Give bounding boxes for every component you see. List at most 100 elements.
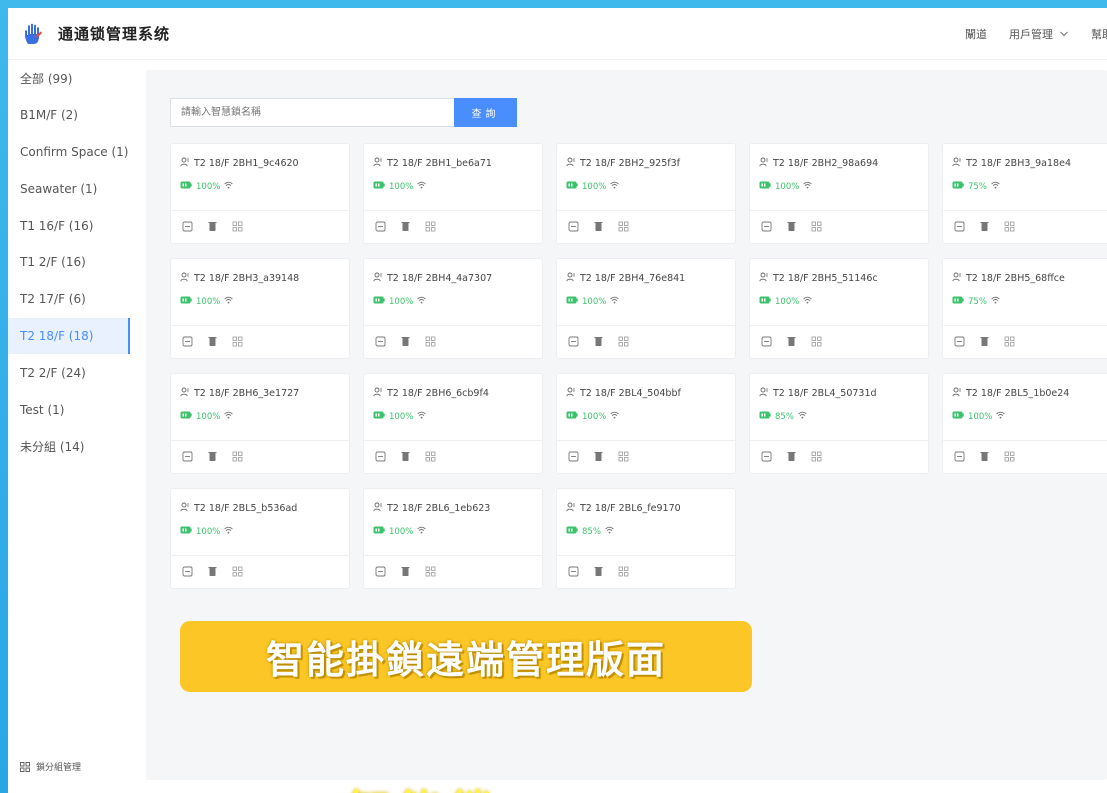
- lock-card[interactable]: T2 18/F 2BH5_68ffce 75%: [942, 258, 1107, 359]
- qr-code-icon[interactable]: [232, 566, 243, 577]
- delete-icon[interactable]: [400, 336, 411, 347]
- delete-icon[interactable]: [207, 221, 218, 232]
- sidebar-item-label: T2 17/F (6): [20, 292, 86, 307]
- edit-icon[interactable]: [182, 451, 193, 462]
- edit-icon[interactable]: [375, 221, 386, 232]
- qr-code-icon[interactable]: [425, 221, 436, 232]
- qr-code-icon[interactable]: [618, 566, 629, 577]
- delete-icon[interactable]: [786, 451, 797, 462]
- search-button[interactable]: 查詢: [454, 98, 517, 127]
- battery-level: 100%: [196, 296, 221, 307]
- delete-icon[interactable]: [593, 336, 604, 347]
- edit-icon[interactable]: [954, 451, 965, 462]
- edit-icon[interactable]: [182, 221, 193, 232]
- lock-card[interactable]: T2 18/F 2BL5_1b0e24 100%: [942, 373, 1107, 474]
- lock-card[interactable]: T2 18/F 2BL5_b536ad 100%: [170, 488, 350, 589]
- delete-icon[interactable]: [593, 221, 604, 232]
- edit-icon[interactable]: [568, 451, 579, 462]
- nav-item-user-management[interactable]: 用戶管理: [1009, 26, 1069, 42]
- lock-card[interactable]: T2 18/F 2BH2_925f3f 100%: [556, 143, 736, 244]
- lock-card[interactable]: T2 18/F 2BH1_9c4620 100%: [170, 143, 350, 244]
- sidebar-item-test[interactable]: Test (1): [8, 391, 130, 428]
- delete-icon[interactable]: [593, 566, 604, 577]
- qr-code-icon[interactable]: [811, 221, 822, 232]
- edit-icon[interactable]: [954, 221, 965, 232]
- nav-item-gateway[interactable]: 闡道: [965, 26, 987, 42]
- battery-icon: [759, 411, 771, 422]
- lock-card[interactable]: T2 18/F 2BH6_6cb9f4 100%: [363, 373, 543, 474]
- card-actions: [761, 451, 822, 462]
- edit-icon[interactable]: [568, 336, 579, 347]
- qr-code-icon[interactable]: [618, 451, 629, 462]
- sidebar-item-b1mf[interactable]: B1M/F (2): [8, 97, 130, 134]
- delete-icon[interactable]: [207, 336, 218, 347]
- delete-icon[interactable]: [400, 451, 411, 462]
- qr-code-icon[interactable]: [1004, 336, 1015, 347]
- qr-code-icon[interactable]: [232, 336, 243, 347]
- sidebar-item-seawater[interactable]: Seawater (1): [8, 170, 130, 207]
- lock-card[interactable]: T2 18/F 2BL6_1eb623 100%: [363, 488, 543, 589]
- delete-icon[interactable]: [400, 566, 411, 577]
- lock-name: T2 18/F 2BL6_1eb623: [387, 503, 491, 514]
- lock-card[interactable]: T2 18/F 2BH6_3e1727 100%: [170, 373, 350, 474]
- delete-icon[interactable]: [979, 221, 990, 232]
- edit-icon[interactable]: [375, 566, 386, 577]
- lock-card[interactable]: T2 18/F 2BH1_be6a71 100%: [363, 143, 543, 244]
- battery-level: 100%: [196, 411, 221, 422]
- lock-card[interactable]: T2 18/F 2BL6_fe9170 85%: [556, 488, 736, 589]
- delete-icon[interactable]: [979, 451, 990, 462]
- delete-icon[interactable]: [207, 566, 218, 577]
- sidebar-item-t2-2f[interactable]: T2 2/F (24): [8, 354, 130, 391]
- wifi-icon: [610, 181, 620, 192]
- qr-code-icon[interactable]: [811, 451, 822, 462]
- sidebar-item-all[interactable]: 全部 (99): [8, 60, 130, 97]
- card-actions: [568, 451, 629, 462]
- sidebar-item-ungrouped[interactable]: 未分組 (14): [8, 428, 130, 465]
- delete-icon[interactable]: [207, 451, 218, 462]
- edit-icon[interactable]: [375, 451, 386, 462]
- edit-icon[interactable]: [568, 566, 579, 577]
- edit-icon[interactable]: [182, 566, 193, 577]
- delete-icon[interactable]: [786, 336, 797, 347]
- edit-icon[interactable]: [761, 221, 772, 232]
- lock-card[interactable]: T2 18/F 2BH3_a39148 100%: [170, 258, 350, 359]
- edit-icon[interactable]: [182, 336, 193, 347]
- edit-icon[interactable]: [375, 336, 386, 347]
- lock-card[interactable]: T2 18/F 2BH3_9a18e4 75%: [942, 143, 1107, 244]
- delete-icon[interactable]: [593, 451, 604, 462]
- lock-card[interactable]: T2 18/F 2BH2_98a694 100%: [749, 143, 929, 244]
- sidebar-item-t1-16f[interactable]: T1 16/F (16): [8, 207, 130, 244]
- lock-card[interactable]: T2 18/F 2BH4_4a7307 100%: [363, 258, 543, 359]
- card-divider: [750, 440, 928, 441]
- lock-search-input[interactable]: [170, 98, 454, 127]
- edit-icon[interactable]: [954, 336, 965, 347]
- qr-code-icon[interactable]: [1004, 221, 1015, 232]
- qr-code-icon[interactable]: [811, 336, 822, 347]
- sidebar-item-t2-18f[interactable]: T2 18/F (18): [8, 317, 130, 355]
- lock-card[interactable]: T2 18/F 2BH5_51146c 100%: [749, 258, 929, 359]
- qr-code-icon[interactable]: [618, 221, 629, 232]
- qr-code-icon[interactable]: [425, 451, 436, 462]
- lock-card[interactable]: T2 18/F 2BL4_50731d 85%: [749, 373, 929, 474]
- sidebar-item-confirm-space[interactable]: Confirm Space (1): [8, 134, 130, 171]
- lock-card-grid: T2 18/F 2BH1_9c4620 100% T2 18/F 2BH1_be6a…: [170, 143, 1107, 589]
- nav-item-help[interactable]: 幫助: [1091, 26, 1107, 42]
- lock-card[interactable]: T2 18/F 2BL4_504bbf 100%: [556, 373, 736, 474]
- edit-icon[interactable]: [761, 451, 772, 462]
- sidebar-item-t2-17f[interactable]: T2 17/F (6): [8, 281, 130, 318]
- lock-card[interactable]: T2 18/F 2BH4_76e841 100%: [556, 258, 736, 359]
- qr-code-icon[interactable]: [1004, 451, 1015, 462]
- lock-name-row: T2 18/F 2BH2_925f3f: [566, 157, 680, 170]
- delete-icon[interactable]: [979, 336, 990, 347]
- delete-icon[interactable]: [786, 221, 797, 232]
- edit-icon[interactable]: [761, 336, 772, 347]
- qr-code-icon[interactable]: [618, 336, 629, 347]
- delete-icon[interactable]: [400, 221, 411, 232]
- group-management-link[interactable]: 鎖分組管理: [20, 760, 81, 773]
- edit-icon[interactable]: [568, 221, 579, 232]
- sidebar-item-t1-2f[interactable]: T1 2/F (16): [8, 244, 130, 281]
- qr-code-icon[interactable]: [232, 221, 243, 232]
- qr-code-icon[interactable]: [425, 566, 436, 577]
- qr-code-icon[interactable]: [232, 451, 243, 462]
- qr-code-icon[interactable]: [425, 336, 436, 347]
